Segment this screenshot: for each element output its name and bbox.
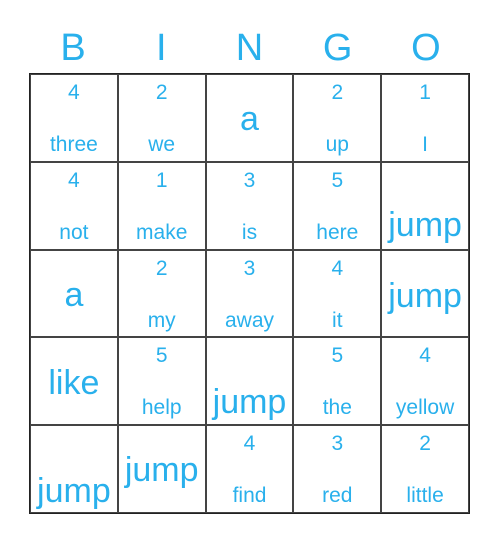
cell-number: 4: [68, 168, 80, 192]
cell-word: the: [322, 396, 352, 420]
cell-number: 3: [243, 168, 256, 192]
bingo-header: BINGO: [29, 26, 470, 70]
cell-number: 2: [155, 256, 168, 280]
cell-word: three: [49, 133, 98, 156]
cell-word: it: [332, 308, 343, 332]
cell-word: I: [422, 133, 429, 156]
bingo-cell[interactable]: 4 find: [205, 425, 294, 513]
bingo-cell[interactable]: a: [30, 249, 118, 338]
cell-word: a: [240, 100, 259, 138]
cell-word: is: [241, 220, 258, 244]
bingo-cell[interactable]: 5 here: [293, 161, 382, 250]
cell-number: 4: [419, 344, 431, 368]
cell-word: my: [147, 308, 176, 332]
cell-word: jump: [388, 205, 462, 244]
cell-word: away: [224, 308, 274, 332]
bingo-cell[interactable]: 3 away: [205, 249, 294, 338]
cell-number: 5: [155, 344, 168, 368]
cell-word: help: [141, 396, 182, 420]
bingo-cell[interactable]: 1 make: [117, 161, 206, 250]
bingo-cell[interactable]: 2 we: [117, 74, 206, 162]
bingo-cell[interactable]: 2 up: [293, 74, 382, 162]
cell-number: 3: [243, 256, 256, 280]
cell-word: yellow: [395, 396, 455, 420]
cell-word: a: [64, 275, 84, 314]
bingo-cell[interactable]: 5 help: [117, 337, 206, 426]
bingo-cell[interactable]: jump: [205, 337, 294, 426]
bingo-cell[interactable]: 4 three: [30, 74, 118, 162]
header-letter: I: [156, 27, 167, 69]
bingo-cell[interactable]: jump: [117, 425, 206, 513]
cell-word: like: [48, 364, 100, 403]
bingo-cell[interactable]: jump: [381, 161, 469, 250]
cell-number: 4: [331, 256, 344, 280]
cell-word: here: [316, 220, 359, 244]
bingo-cell[interactable]: 2 my: [117, 249, 206, 338]
cell-number: 4: [68, 81, 80, 104]
cell-word: find: [232, 484, 267, 508]
bingo-cell[interactable]: 1I: [381, 74, 469, 162]
bingo-cell[interactable]: 3 red: [293, 425, 382, 513]
cell-word: jump: [212, 383, 287, 422]
cell-number: 5: [331, 344, 344, 368]
cell-number: 2: [331, 81, 344, 104]
bingo-cell[interactable]: 4 not: [30, 161, 118, 250]
header-letter: O: [411, 27, 441, 69]
cell-word: make: [136, 220, 188, 244]
cell-word: we: [148, 133, 176, 156]
bingo-cell[interactable]: 4 it: [293, 249, 382, 338]
cell-number: 1: [155, 168, 168, 192]
cell-word: jump: [37, 472, 111, 511]
cell-number: 5: [331, 168, 344, 192]
cell-word: not: [59, 220, 89, 244]
bingo-cell[interactable]: like: [30, 337, 118, 426]
bingo-cell[interactable]: jump: [381, 249, 469, 338]
cell-word: little: [406, 484, 444, 508]
cell-number: 3: [331, 432, 344, 456]
bingo-cell[interactable]: jump: [30, 425, 118, 513]
header-letter: G: [322, 27, 353, 69]
bingo-cell[interactable]: a: [205, 74, 294, 162]
bingo-cell[interactable]: 3 is: [205, 161, 294, 250]
cell-word: red: [322, 484, 353, 508]
cell-word: up: [325, 133, 349, 156]
cell-number: 2: [419, 432, 431, 456]
cell-word: jump: [124, 451, 199, 490]
cell-number: 1: [419, 81, 431, 104]
bingo-cell[interactable]: 2 little: [381, 425, 469, 513]
bingo-cell[interactable]: 4 yellow: [381, 337, 469, 426]
cell-word: jump: [388, 276, 462, 315]
bingo-grid: 4 three 2 we a 2 up 1 I 4 not 1 make 3 is 5 here jump a 2 my…: [29, 73, 470, 514]
bingo-cell[interactable]: 5 the: [293, 337, 382, 426]
header-letter: B: [60, 27, 86, 69]
cell-number: 2: [155, 81, 168, 104]
cell-number: 4: [243, 432, 256, 456]
header-letter: N: [235, 27, 264, 69]
